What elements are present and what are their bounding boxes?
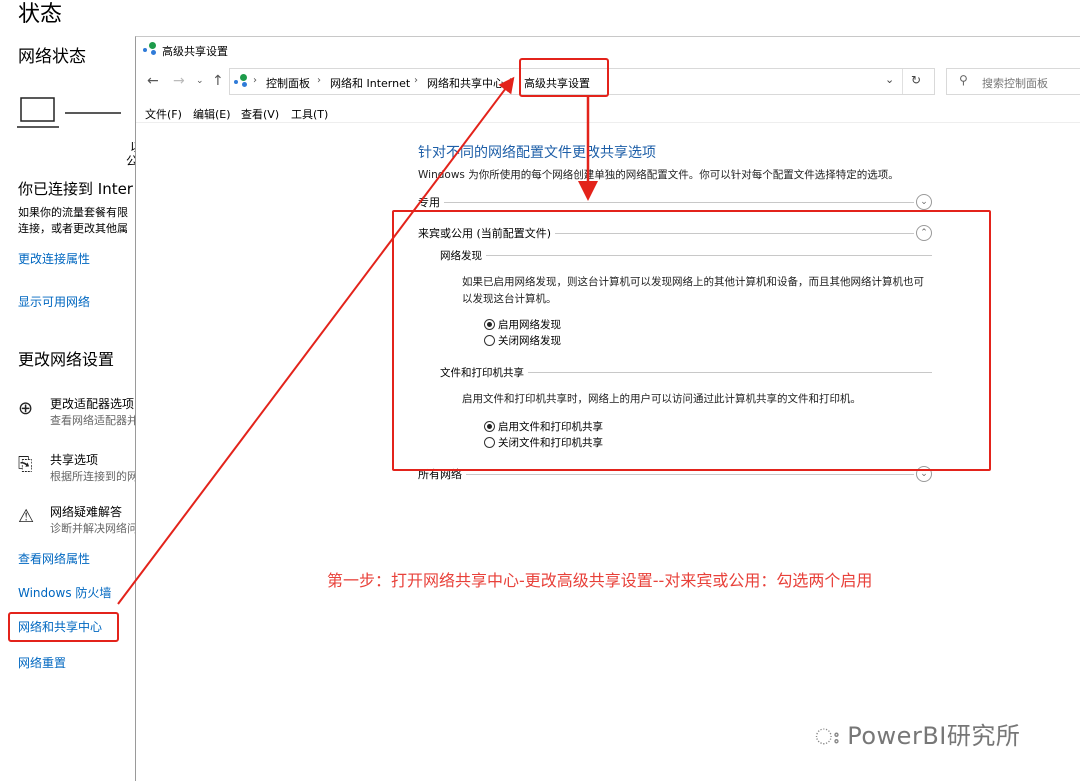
instruction-annotation: 第一步：打开网络共享中心-更改高级共享设置--对来宾或公用：勾选两个启用 [327,571,873,590]
watermark: ഃ PowerBI研究所 [815,722,1021,750]
wechat-icon: ഃ [815,725,840,750]
annotation-arrows [117,76,598,605]
arrow-to-breadcrumb [117,76,515,605]
